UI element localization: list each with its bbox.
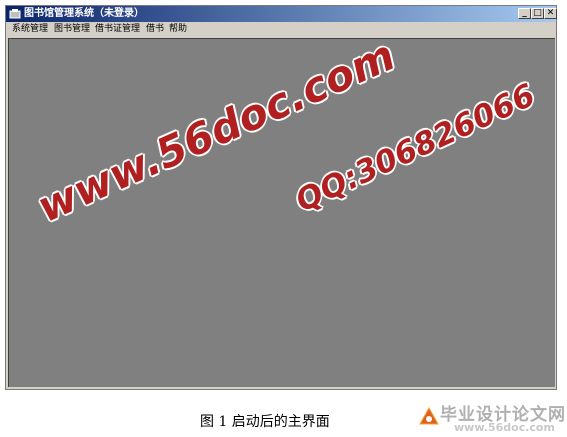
menu-library-card[interactable]: 借书证管理: [95, 23, 140, 36]
maximize-button[interactable]: □: [531, 8, 544, 19]
logo-icon: [419, 406, 439, 425]
title-bar[interactable]: 图书馆管理系统（未登录） _ □ ✕: [6, 6, 557, 22]
figure-caption: 图 1 启动后的主界面: [200, 414, 330, 430]
window-title: 图书馆管理系统（未登录）: [24, 8, 144, 19]
menu-bar: 系统管理 图书管理 借书证管理 借书 帮助: [6, 22, 556, 37]
minimize-button[interactable]: _: [518, 8, 531, 19]
logo-url: www.56doc.com: [454, 421, 555, 434]
menu-books[interactable]: 图书管理: [54, 23, 90, 36]
menu-help[interactable]: 帮助: [169, 23, 187, 36]
menu-system[interactable]: 系统管理: [12, 23, 48, 36]
site-logo: 毕业设计论文网 www.56doc.com: [418, 400, 567, 437]
app-icon: [9, 9, 21, 19]
close-button[interactable]: ✕: [544, 8, 557, 19]
menu-borrow[interactable]: 借书: [146, 23, 164, 36]
